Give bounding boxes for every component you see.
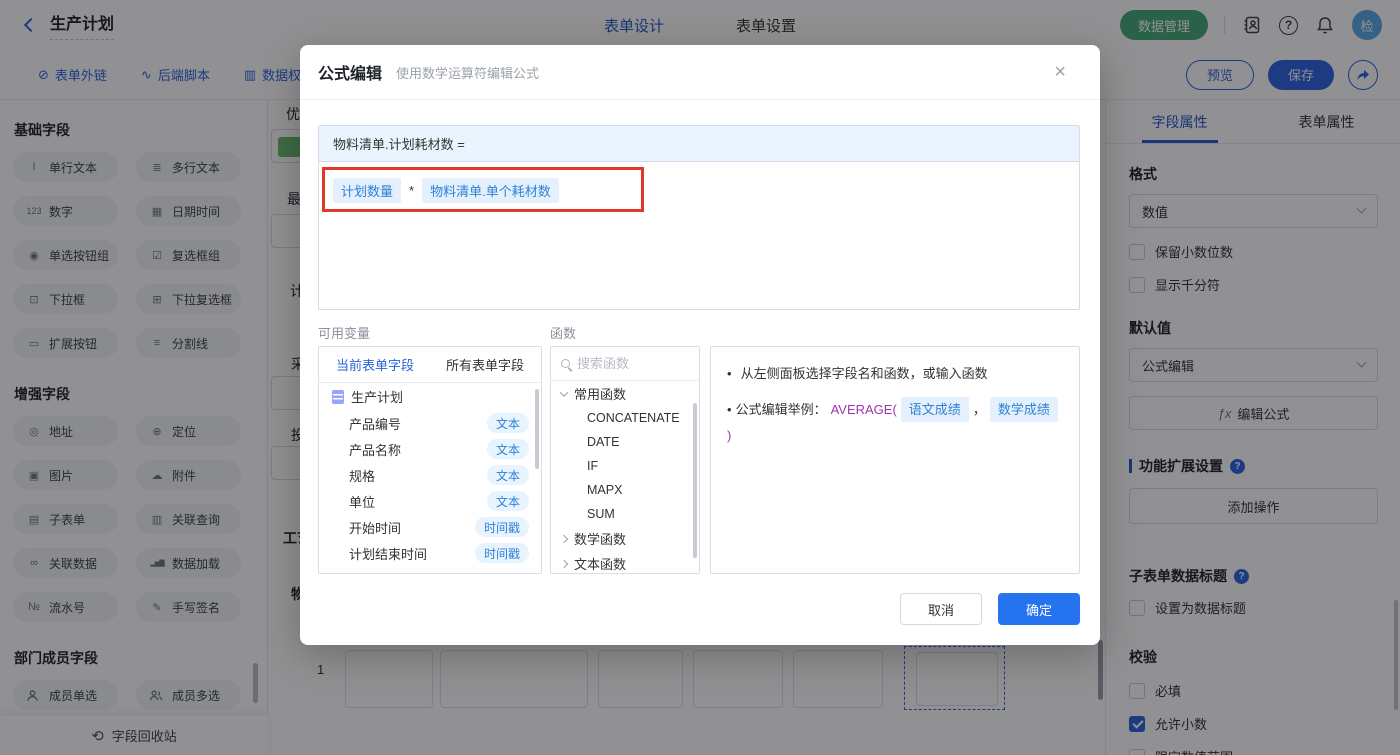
formula-field-chip[interactable]: 物料清单.单个耗材数 — [422, 178, 559, 203]
function-item[interactable]: DATE — [551, 430, 699, 454]
formula-target: 物料清单.计划耗材数 = — [319, 126, 1079, 162]
variable-row[interactable]: 规格 文本 — [319, 462, 541, 488]
variables-tabs: 当前表单字段 所有表单字段 — [319, 347, 541, 383]
example-function-name: AVERAGE( — [830, 401, 897, 417]
cancel-button[interactable]: 取消 — [900, 593, 982, 625]
search-icon — [561, 359, 570, 368]
tip-line-2: • 公式编辑举例： AVERAGE( 语文成绩 ， 数学成绩 ) — [727, 396, 1063, 446]
tips-panel: • 从左侧面板选择字段名和函数，或输入函数 • 公式编辑举例： AVERAGE(… — [710, 346, 1080, 574]
type-tag: 文本 — [486, 413, 529, 433]
tree-node-form[interactable]: 生产计划 — [319, 383, 541, 410]
functions-scrollbar[interactable] — [693, 403, 697, 558]
variable-row[interactable]: 计划结束时间 时间戳 — [319, 540, 541, 566]
function-item[interactable]: MAPX — [551, 478, 699, 502]
chevron-right-icon — [559, 534, 569, 543]
formula-edit-modal: 公式编辑 使用数学运算符编辑公式 × 物料清单.计划耗材数 = 计划数量 * 物… — [300, 45, 1100, 645]
formula-editor[interactable]: 物料清单.计划耗材数 = 计划数量 * 物料清单.单个耗材数 — [318, 125, 1080, 310]
variables-scrollbar[interactable] — [535, 389, 539, 469]
functions-label: 函数 — [550, 326, 577, 341]
type-tag: 文本 — [486, 491, 529, 511]
example-field-chip: 语文成绩 — [900, 396, 969, 422]
function-item[interactable]: CONCATENATE — [551, 406, 699, 430]
function-group-math[interactable]: 数学函数 — [551, 526, 699, 551]
function-group-text[interactable]: 文本函数 — [551, 551, 699, 573]
formula-field-chip[interactable]: 计划数量 — [333, 178, 402, 203]
example-field-chip: 数学成绩 — [989, 396, 1058, 422]
modal-footer: 取消 确定 — [900, 593, 1080, 625]
variable-row[interactable]: 开始时间 时间戳 — [319, 514, 541, 540]
variable-row[interactable]: 单位 文本 — [319, 488, 541, 514]
variable-row[interactable]: 产品编号 文本 — [319, 410, 541, 436]
form-doc-icon — [332, 389, 344, 404]
function-search[interactable] — [551, 347, 699, 381]
type-tag: 时间戳 — [474, 543, 529, 563]
function-item[interactable]: IF — [551, 454, 699, 478]
chevron-right-icon — [559, 559, 569, 568]
modal-title: 公式编辑 — [318, 66, 383, 83]
variables-label: 可用变量 — [318, 326, 371, 341]
formula-expression[interactable]: 计划数量 * 物料清单.单个耗材数 — [319, 162, 1079, 219]
variables-panel: 当前表单字段 所有表单字段 生产计划 产品编号 文本 产品名称 文本 规格 文本 单位… — [318, 346, 542, 574]
close-icon[interactable]: × — [1054, 62, 1066, 82]
formula-operator: * — [409, 183, 415, 198]
tab-all-form-fields[interactable]: 所有表单字段 — [446, 355, 524, 374]
example-function-close: ) — [727, 428, 732, 443]
app-window: 生产计划 表单设计 表单设置 数据管理 ? 检 ⊘ 表单外链 ∿ 后端脚本 ▥ … — [0, 0, 1400, 755]
type-tag: 文本 — [486, 465, 529, 485]
type-tag: 文本 — [486, 439, 529, 459]
function-item[interactable]: SUM — [551, 502, 699, 526]
functions-panel: 常用函数 CONCATENATE DATE IF MAPX SUM 数学函数 文… — [550, 346, 700, 574]
tip-line-1: • 从左侧面板选择字段名和函数，或输入函数 — [727, 366, 988, 381]
chevron-down-icon — [559, 387, 569, 397]
function-search-input[interactable] — [577, 356, 677, 371]
confirm-button[interactable]: 确定 — [998, 593, 1080, 625]
type-tag: 时间戳 — [474, 517, 529, 537]
function-group-common[interactable]: 常用函数 — [551, 381, 699, 406]
modal-header: 公式编辑 使用数学运算符编辑公式 × — [300, 45, 1100, 100]
variable-row[interactable]: 产品名称 文本 — [319, 436, 541, 462]
modal-subtitle: 使用数学运算符编辑公式 — [396, 65, 540, 81]
tab-current-form-fields[interactable]: 当前表单字段 — [336, 355, 414, 374]
